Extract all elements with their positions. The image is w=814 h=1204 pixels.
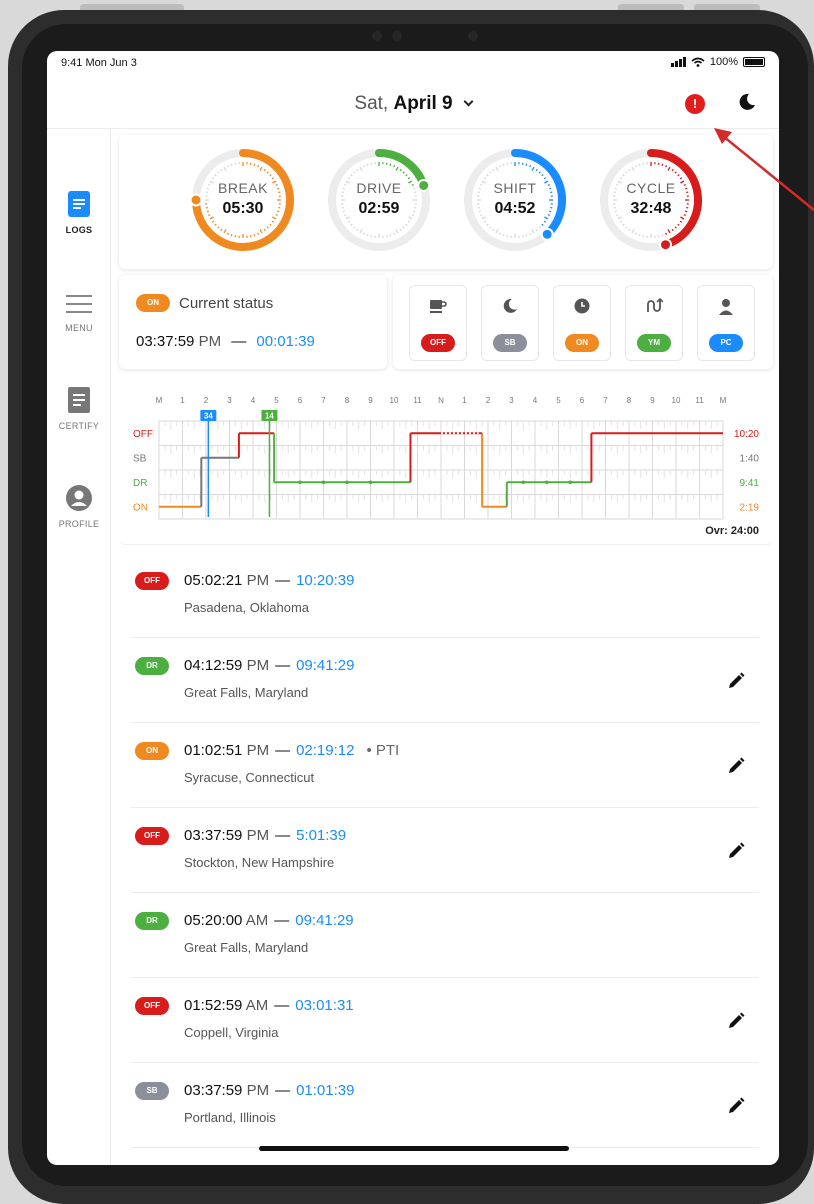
annotation-arrow	[714, 128, 814, 211]
